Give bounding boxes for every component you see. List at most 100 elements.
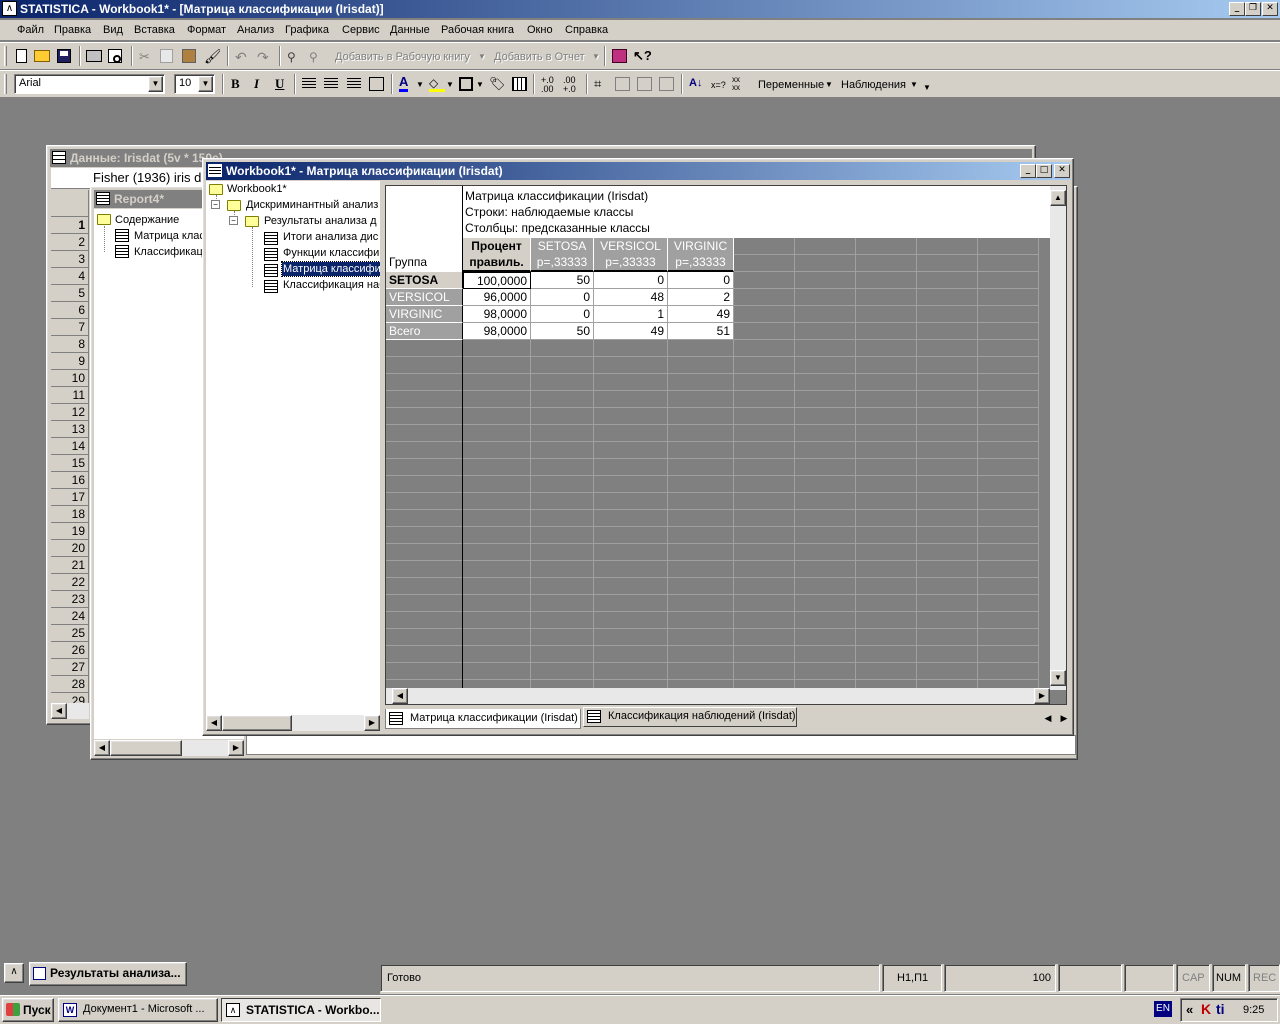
empty-cell[interactable] [463, 493, 531, 510]
empty-cell[interactable] [917, 272, 978, 289]
empty-cell[interactable] [795, 459, 856, 476]
fill-color-dropdown-icon[interactable]: ▼ [446, 77, 454, 93]
empty-cell[interactable] [531, 561, 594, 578]
empty-cell[interactable] [531, 646, 594, 663]
empty-cell[interactable] [463, 578, 531, 595]
empty-cell[interactable] [795, 255, 856, 272]
recode-icon[interactable]: xx xx [732, 76, 740, 92]
table-cell[interactable]: 100,0000 [463, 272, 531, 289]
empty-cell[interactable] [978, 442, 1039, 459]
row-number[interactable]: 27 [51, 659, 88, 676]
empty-cell[interactable] [978, 340, 1039, 357]
empty-cell[interactable] [917, 391, 978, 408]
empty-cell[interactable] [386, 442, 463, 459]
row-number[interactable]: 26 [51, 642, 88, 659]
table-cell[interactable]: 98,0000 [463, 306, 531, 323]
empty-cell[interactable] [734, 595, 795, 612]
empty-cell[interactable] [531, 595, 594, 612]
empty-cell[interactable] [668, 391, 734, 408]
tree-item-cases[interactable]: Классификация наб [283, 278, 380, 292]
tab-classification-matrix[interactable]: Матрица классификации (Irisdat) [385, 709, 581, 729]
empty-cell[interactable] [795, 391, 856, 408]
empty-cell[interactable] [795, 306, 856, 323]
empty-cell[interactable] [978, 289, 1039, 306]
row-number[interactable]: 6 [51, 302, 88, 319]
empty-cell[interactable] [917, 425, 978, 442]
empty-cell[interactable] [856, 238, 917, 255]
empty-cell[interactable] [795, 527, 856, 544]
font-name-select[interactable]: Arial ▼ [14, 74, 165, 94]
row-number[interactable]: 16 [51, 472, 88, 489]
empty-cell[interactable] [386, 612, 463, 629]
empty-cell[interactable] [463, 612, 531, 629]
row-number[interactable]: 28 [51, 676, 88, 693]
font-size-select[interactable]: 10 ▼ [174, 74, 215, 94]
empty-cell[interactable] [386, 374, 463, 391]
font-color-dropdown-icon[interactable]: ▼ [416, 77, 424, 93]
taskbar-item-word[interactable]: W Документ1 - Microsoft ... [58, 998, 218, 1022]
row-number[interactable]: 25 [51, 625, 88, 642]
row-number[interactable]: 18 [51, 506, 88, 523]
table-cell[interactable]: 50 [531, 323, 594, 340]
scroll-left-icon[interactable]: ◀ [206, 715, 222, 731]
empty-cell[interactable] [734, 425, 795, 442]
table-cell[interactable]: 48 [594, 289, 668, 306]
empty-cell[interactable] [795, 272, 856, 289]
empty-cell[interactable] [978, 357, 1039, 374]
empty-cell[interactable] [856, 646, 917, 663]
bold-button[interactable]: B [231, 76, 240, 92]
empty-cell[interactable] [856, 442, 917, 459]
empty-cell[interactable] [917, 408, 978, 425]
table-cell[interactable]: 49 [668, 306, 734, 323]
empty-cell[interactable] [386, 527, 463, 544]
toolbar-overflow-icon[interactable]: ▼ [923, 80, 931, 96]
empty-cell[interactable] [594, 629, 668, 646]
sort-icon[interactable]: A↓ [689, 75, 702, 91]
empty-cell[interactable] [978, 510, 1039, 527]
empty-cell[interactable] [856, 289, 917, 306]
table-cell[interactable]: 0 [531, 306, 594, 323]
empty-cell[interactable] [531, 476, 594, 493]
empty-cell[interactable] [917, 578, 978, 595]
empty-cell[interactable] [463, 527, 531, 544]
empty-cell[interactable] [917, 646, 978, 663]
collapse-icon[interactable]: − [229, 216, 238, 225]
empty-cell[interactable] [463, 459, 531, 476]
empty-cell[interactable] [795, 238, 856, 255]
empty-cell[interactable] [734, 255, 795, 272]
empty-cell[interactable] [668, 442, 734, 459]
empty-cell[interactable] [386, 408, 463, 425]
empty-cell[interactable] [734, 646, 795, 663]
empty-cell[interactable] [463, 357, 531, 374]
empty-cell[interactable] [978, 595, 1039, 612]
empty-cell[interactable] [856, 629, 917, 646]
empty-cell[interactable] [463, 476, 531, 493]
empty-cell[interactable] [463, 544, 531, 561]
empty-cell[interactable] [795, 340, 856, 357]
grid-icon[interactable] [512, 77, 527, 91]
menu-insert[interactable]: Вставка [134, 20, 175, 40]
empty-cell[interactable] [917, 357, 978, 374]
row-number[interactable]: 24 [51, 608, 88, 625]
empty-cell[interactable] [386, 595, 463, 612]
report-tree-contents[interactable]: Содержание [115, 213, 179, 227]
scroll-left-icon[interactable]: ◀ [392, 688, 408, 704]
empty-cell[interactable] [978, 459, 1039, 476]
empty-cell[interactable] [531, 612, 594, 629]
empty-cell[interactable] [795, 646, 856, 663]
empty-cell[interactable] [386, 578, 463, 595]
empty-cell[interactable] [734, 374, 795, 391]
row-number[interactable]: 8 [51, 336, 88, 353]
empty-cell[interactable] [795, 323, 856, 340]
row-number[interactable]: 5 [51, 285, 88, 302]
empty-cell[interactable] [668, 510, 734, 527]
add-to-report-button[interactable]: Добавить в Отчет [494, 49, 585, 65]
empty-cell[interactable] [917, 255, 978, 272]
empty-cell[interactable] [917, 493, 978, 510]
help-book-icon[interactable] [612, 49, 627, 63]
empty-cell[interactable] [594, 561, 668, 578]
report-tree-item-classification[interactable]: Классификаци [134, 245, 209, 259]
empty-cell[interactable] [917, 289, 978, 306]
find-icon[interactable]: ⚲ [287, 49, 303, 65]
collapse-icon[interactable]: − [211, 200, 220, 209]
